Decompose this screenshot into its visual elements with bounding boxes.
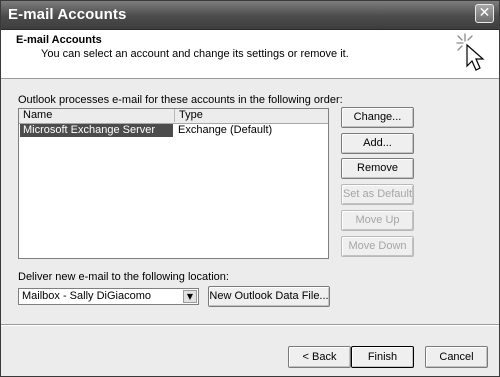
finish-button[interactable]: Finish (351, 346, 414, 368)
account-name: Microsoft Exchange Server (20, 124, 173, 137)
accounts-list[interactable]: Name Type Microsoft Exchange Server Exch… (18, 108, 329, 259)
wizard-sparkle-cursor-icon (456, 33, 485, 71)
delivery-location-select[interactable]: Mailbox - Sally DiGiacomo ▼ (18, 288, 199, 305)
window-title: E-mail Accounts (8, 6, 127, 23)
add-button[interactable]: Add... (341, 133, 414, 154)
close-icon: ✕ (478, 5, 491, 21)
back-button[interactable]: < Back (288, 346, 351, 368)
close-button[interactable]: ✕ (475, 4, 494, 23)
wizard-header: E-mail Accounts You can select an accoun… (1, 30, 499, 79)
footer-divider (1, 324, 499, 326)
list-item[interactable]: Microsoft Exchange Server Exchange (Defa… (20, 124, 327, 137)
move-up-button[interactable]: Move Up (341, 210, 414, 231)
accounts-list-label: Outlook processes e-mail for these accou… (18, 94, 343, 106)
move-down-button[interactable]: Move Down (341, 236, 414, 257)
change-button[interactable]: Change... (341, 107, 414, 128)
account-type: Exchange (Default) (178, 124, 273, 136)
column-header-name[interactable]: Name (19, 109, 175, 122)
set-as-default-button[interactable]: Set as Default (341, 184, 414, 205)
email-accounts-dialog: E-mail Accounts ✕ E-mail Accounts You ca… (0, 0, 500, 377)
cancel-button[interactable]: Cancel (425, 346, 488, 368)
title-bar[interactable]: E-mail Accounts ✕ (1, 1, 499, 30)
new-outlook-data-file-button[interactable]: New Outlook Data File... (208, 286, 330, 307)
header-description: You can select an account and change its… (41, 48, 349, 60)
list-header: Name Type (19, 109, 328, 124)
chevron-down-icon[interactable]: ▼ (183, 290, 197, 303)
remove-button[interactable]: Remove (341, 158, 414, 179)
deliver-location-label: Deliver new e-mail to the following loca… (18, 271, 229, 283)
column-header-type[interactable]: Type (175, 109, 329, 122)
delivery-location-value: Mailbox - Sally DiGiacomo (22, 290, 151, 302)
header-title: E-mail Accounts (16, 34, 102, 46)
